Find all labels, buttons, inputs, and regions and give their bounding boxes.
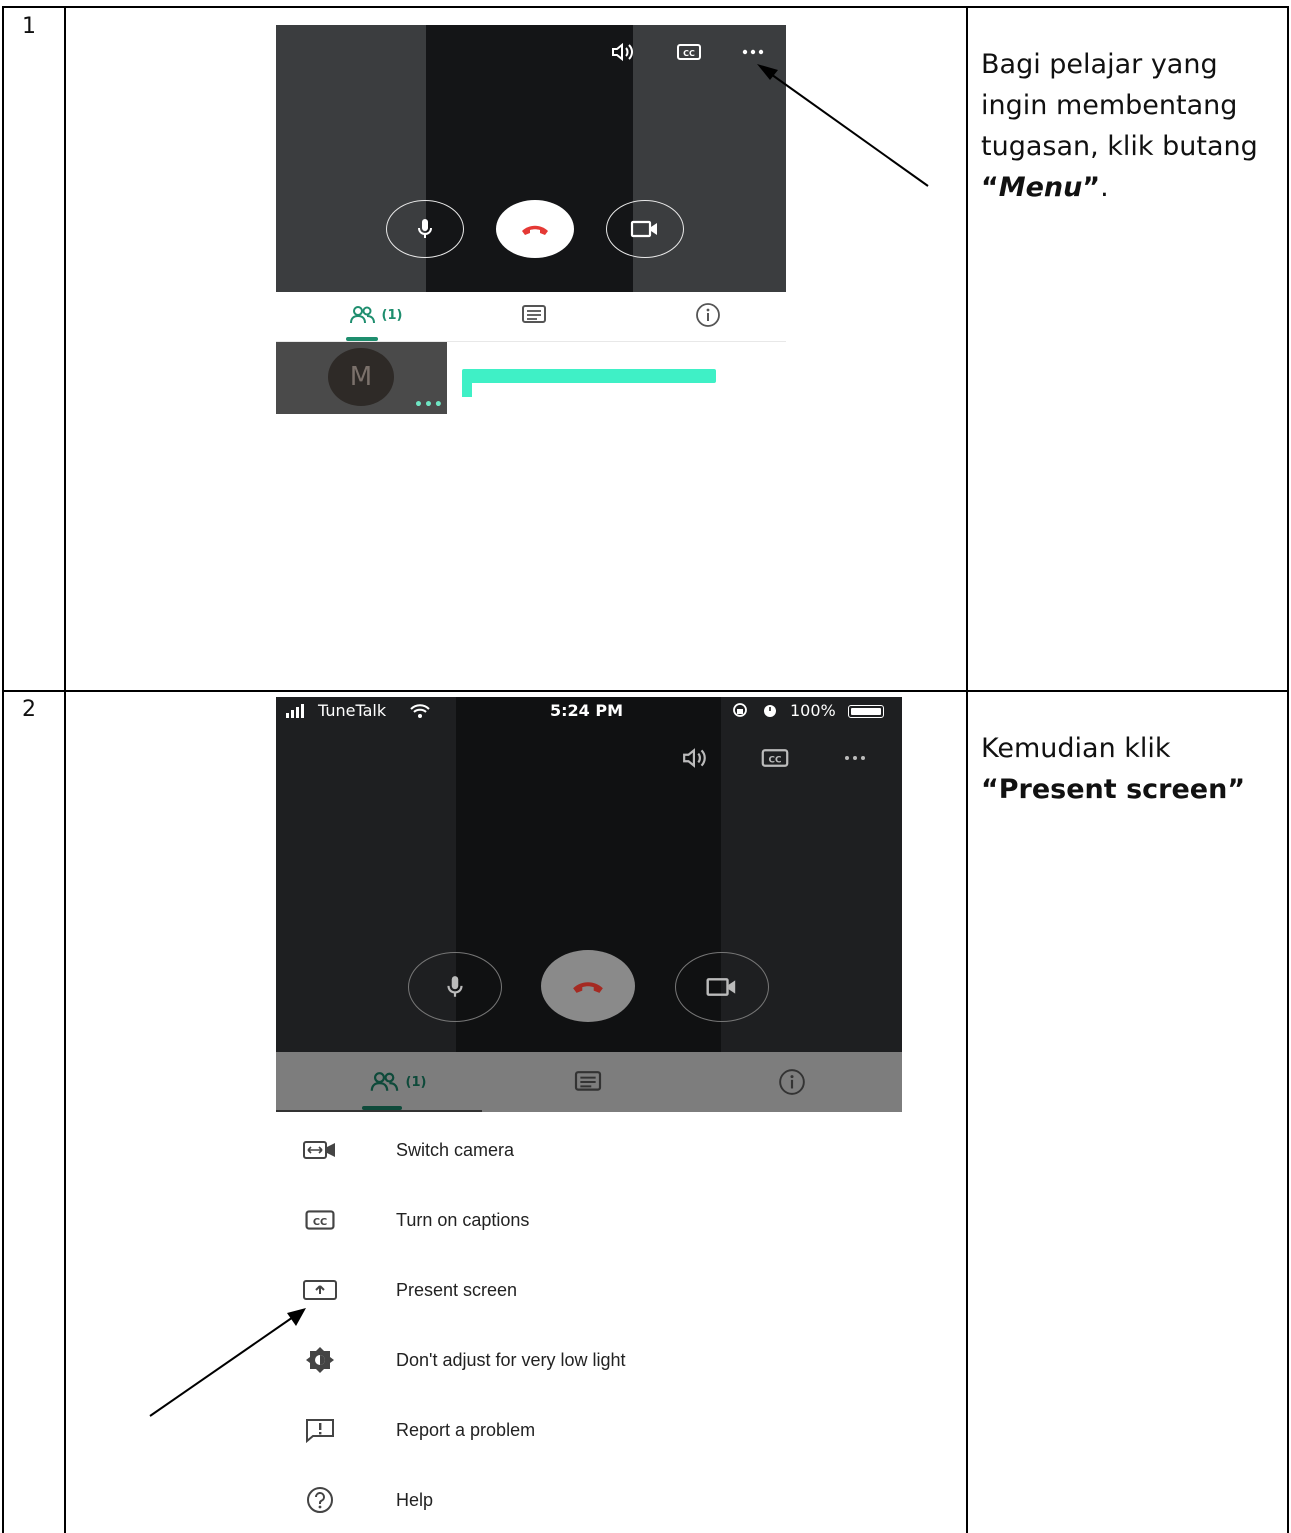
chat-icon — [574, 1071, 602, 1091]
menu-item-turn-on-captions[interactable]: CC Turn on captions — [276, 1185, 902, 1255]
menu-more-icon[interactable] — [838, 745, 872, 771]
instruction-emphasis-menu: Menu — [998, 172, 1083, 203]
info-icon — [696, 303, 720, 327]
svg-text:CC: CC — [768, 755, 781, 765]
meet-screenshot-2: TuneTalk 5:24 PM 100% CC (1) Switch came… — [276, 697, 902, 1533]
battery-icon — [848, 705, 884, 718]
chat-icon — [522, 305, 546, 323]
tab-info[interactable] — [770, 1066, 814, 1098]
signal-icon — [286, 703, 310, 722]
menu-label: Present screen — [396, 1279, 518, 1300]
participants-count: (1) — [405, 1074, 427, 1090]
column-divider-2 — [966, 6, 968, 1533]
captions-icon: CC — [300, 1205, 340, 1235]
people-icon — [349, 306, 375, 324]
instruction-text: Kemudian klik — [981, 733, 1171, 764]
microphone-button[interactable] — [408, 952, 502, 1022]
hang-up-icon — [573, 982, 603, 993]
instruction-text: Bagi pelajar yang ingin membentang tugas… — [981, 49, 1258, 162]
hang-up-icon — [522, 225, 548, 235]
captions-icon[interactable]: CC — [758, 745, 792, 771]
tab-chat[interactable] — [512, 300, 556, 330]
wifi-icon — [410, 703, 430, 722]
menu-item-switch-camera[interactable]: Switch camera — [276, 1115, 902, 1185]
help-icon — [300, 1485, 340, 1515]
menu-sheet: Switch camera CC Turn on captions Presen… — [276, 1112, 902, 1533]
speaker-icon[interactable] — [678, 745, 712, 771]
meet-screenshot-1: CC (1) M ••• — [276, 25, 786, 415]
clock-time: 5:24 PM — [550, 701, 624, 720]
end-call-button[interactable] — [496, 200, 574, 258]
participants-count: (1) — [381, 307, 403, 323]
microphone-icon — [418, 219, 432, 238]
people-icon — [370, 1072, 398, 1091]
tab-chat[interactable] — [566, 1066, 610, 1098]
table-border-top — [2, 6, 1289, 8]
table-border-left — [2, 6, 4, 1533]
menu-item-present-screen[interactable]: Present screen — [276, 1255, 902, 1325]
status-bar: TuneTalk 5:24 PM 100% — [276, 697, 902, 725]
speaker-icon[interactable] — [608, 39, 638, 65]
camera-button[interactable] — [675, 952, 769, 1022]
tab-bar: (1) — [276, 292, 786, 342]
participant-more-icon[interactable]: ••• — [414, 397, 444, 413]
svg-text:CC: CC — [313, 1217, 327, 1228]
menu-item-low-light[interactable]: Don't adjust for very low light — [276, 1325, 902, 1395]
alarm-icon — [762, 702, 778, 722]
menu-label: Help — [396, 1489, 434, 1510]
camera-icon — [706, 978, 736, 996]
instruction-row-2: Kemudian klik “Present screen” — [981, 733, 1246, 805]
carrier-name: TuneTalk — [318, 701, 387, 720]
camera-button[interactable] — [606, 200, 684, 258]
info-icon — [779, 1069, 805, 1095]
switch-camera-icon — [300, 1135, 340, 1165]
menu-label: Don't adjust for very low light — [396, 1349, 626, 1370]
avatar: M — [328, 348, 394, 406]
rotation-lock-icon — [732, 702, 748, 722]
menu-label: Switch camera — [396, 1139, 515, 1160]
redacted-name — [462, 369, 716, 383]
report-problem-icon — [300, 1415, 340, 1445]
table-border-right — [1287, 6, 1289, 1533]
menu-more-icon[interactable] — [738, 39, 768, 65]
tab-participants[interactable]: (1) — [358, 1066, 438, 1098]
row-number-1: 1 — [22, 14, 36, 39]
svg-text:CC: CC — [683, 49, 695, 58]
present-screen-icon — [300, 1275, 340, 1305]
instruction-emphasis-present-screen: Present screen — [998, 774, 1228, 805]
low-light-icon — [300, 1345, 340, 1375]
microphone-button[interactable] — [386, 200, 464, 258]
menu-item-report-problem[interactable]: Report a problem — [276, 1395, 902, 1465]
tab-info[interactable] — [686, 300, 730, 330]
captions-icon[interactable]: CC — [674, 39, 704, 65]
tab-bar: (1) — [276, 1052, 902, 1112]
camera-icon — [630, 220, 657, 238]
battery-percent: 100% — [790, 701, 836, 720]
column-divider-1 — [64, 6, 66, 1533]
active-tab-indicator — [346, 337, 378, 341]
row-number-2: 2 — [22, 697, 36, 722]
end-call-button[interactable] — [541, 950, 635, 1022]
menu-label: Turn on captions — [396, 1209, 530, 1230]
instruction-row-1: Bagi pelajar yang ingin membentang tugas… — [981, 49, 1258, 203]
redacted-name-mark — [462, 381, 472, 397]
menu-item-help[interactable]: Help — [276, 1465, 902, 1533]
microphone-icon — [447, 976, 463, 997]
row-divider — [2, 690, 1289, 692]
participant-tile[interactable]: M ••• — [276, 342, 447, 414]
tab-participants[interactable]: (1) — [336, 300, 416, 330]
menu-label: Report a problem — [396, 1419, 536, 1440]
